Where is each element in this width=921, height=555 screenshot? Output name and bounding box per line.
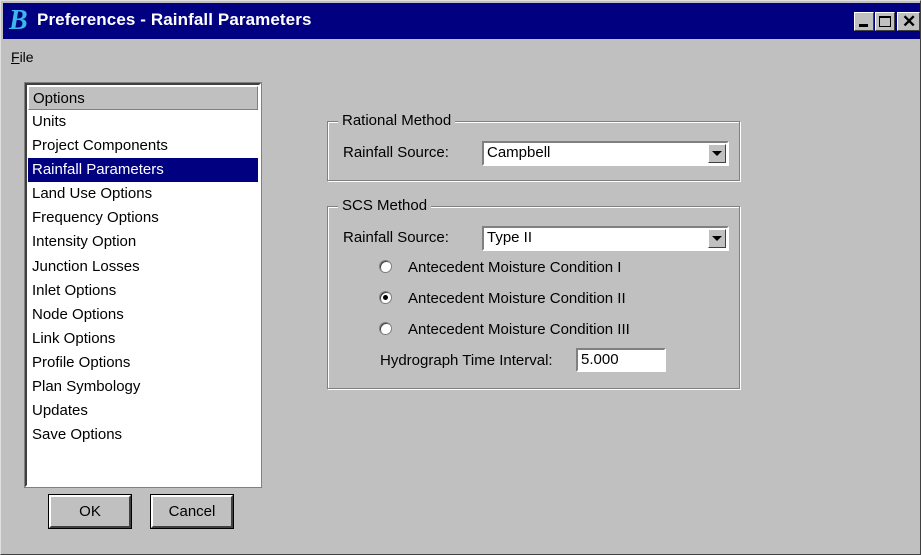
options-list-item[interactable]: Frequency Options — [28, 206, 258, 230]
rational-source-label: Rainfall Source: — [343, 144, 449, 161]
options-list-item[interactable]: Units — [28, 110, 258, 134]
options-list-item[interactable]: Intensity Option — [28, 230, 258, 254]
minimize-button[interactable] — [854, 12, 874, 31]
amc-ii-label: Antecedent Moisture Condition II — [408, 290, 626, 307]
window-title: Preferences - Rainfall Parameters — [37, 10, 312, 29]
hydrograph-interval-label: Hydrograph Time Interval: — [380, 352, 553, 369]
menu-file-mnemonic: F — [11, 49, 20, 65]
options-list-item[interactable]: Project Components — [28, 134, 258, 158]
scs-method-title: SCS Method — [338, 197, 432, 214]
options-list-item[interactable]: Land Use Options — [28, 182, 258, 206]
rational-source-dropdown[interactable]: Campbell — [482, 141, 729, 166]
scs-source-label: Rainfall Source: — [343, 229, 449, 246]
rational-method-group: Rational Method Rainfall Source: Campbel… — [327, 112, 740, 181]
bentley-b-icon: B — [9, 5, 28, 36]
amc-iii-label: Antecedent Moisture Condition III — [408, 321, 630, 338]
scs-source-dropdown[interactable]: Type II — [482, 226, 729, 251]
options-header-label: Options — [33, 90, 85, 107]
menu-file-label: ile — [19, 49, 34, 65]
menu-bar: File — [3, 41, 920, 73]
radio-dot-icon — [383, 295, 388, 300]
title-bar[interactable]: B Preferences - Rainfall Parameters ✕ — [3, 3, 920, 39]
hydrograph-interval-input[interactable]: 5.000 — [576, 348, 666, 372]
rational-dropdown-button[interactable] — [708, 144, 726, 163]
rational-method-title: Rational Method — [338, 112, 456, 129]
close-icon: ✕ — [902, 12, 917, 31]
options-list-item[interactable]: Inlet Options — [28, 279, 258, 303]
options-list-item[interactable]: Save Options — [28, 423, 258, 447]
options-list-item[interactable]: Plan Symbology — [28, 375, 258, 399]
amc-i-radio[interactable] — [379, 260, 392, 273]
options-list-item[interactable]: Junction Losses — [28, 255, 258, 279]
cancel-button[interactable]: Cancel — [150, 494, 234, 529]
amc-i-label: Antecedent Moisture Condition I — [408, 259, 622, 276]
scs-dropdown-button[interactable] — [708, 229, 726, 248]
amc-iii-radio[interactable] — [379, 322, 392, 335]
options-items: Units Project Components Rainfall Paramete… — [28, 110, 258, 447]
options-list-item[interactable]: Node Options — [28, 303, 258, 327]
amc-ii-radio[interactable] — [379, 291, 392, 304]
menu-file[interactable]: File — [11, 49, 34, 65]
close-button[interactable]: ✕ — [897, 12, 920, 31]
rational-source-value: Campbell — [487, 144, 551, 161]
ok-button[interactable]: OK — [48, 494, 132, 529]
maximize-button[interactable] — [875, 12, 895, 31]
chevron-down-icon — [712, 151, 722, 156]
maximize-icon — [879, 16, 891, 27]
options-list-item[interactable]: Rainfall Parameters — [28, 158, 258, 183]
chevron-down-icon — [712, 236, 722, 241]
scs-source-value: Type II — [487, 229, 533, 246]
scs-method-group: SCS Method Rainfall Source: Type II Ante… — [327, 197, 740, 389]
options-list-item[interactable]: Link Options — [28, 327, 258, 351]
options-list-header[interactable]: Options — [28, 86, 258, 110]
preferences-window: B Preferences - Rainfall Parameters ✕ Fi… — [0, 0, 921, 555]
options-list[interactable]: Options Units Project Components Rainfall … — [24, 82, 262, 488]
options-list-item[interactable]: Profile Options — [28, 351, 258, 375]
options-list-item[interactable]: Updates — [28, 399, 258, 423]
minimize-icon — [859, 24, 868, 27]
